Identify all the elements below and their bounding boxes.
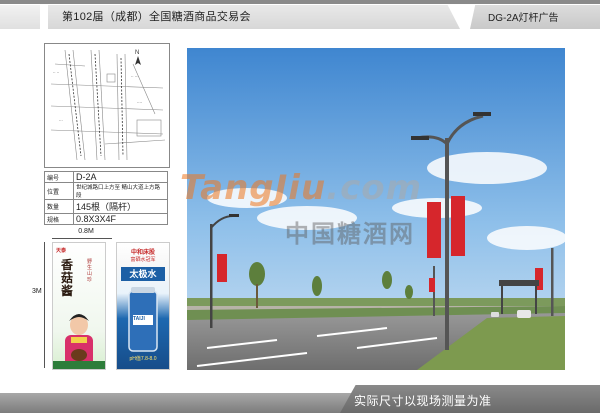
model-figure-icon	[65, 314, 93, 367]
info-key: 位置	[44, 182, 74, 200]
svg-text:·· ···: ·· ···	[131, 74, 139, 79]
svg-text:···: ···	[59, 118, 63, 123]
page-header: 第102届（成都）全国糖酒商品交易会 DG-2A灯杆广告	[0, 0, 600, 30]
poster2-ph: pH值7.8-8.0	[129, 356, 157, 362]
street-photo	[187, 48, 565, 370]
info-row-location: 位置 世纪城路口上方至 鲭山大道上方路段	[44, 182, 168, 200]
map-drawing: ·· ·· ·· ··· ··· ····	[50, 49, 166, 161]
poster-taiji-water: 中和床股 富硒水冠军 太极水 TAIJI pH值7.8-8.0	[116, 242, 170, 370]
width-dimension-line	[52, 238, 112, 239]
info-key: 规格	[44, 213, 74, 225]
poster1-headline: 香菇酱	[61, 258, 74, 298]
header-left-cap	[0, 5, 40, 29]
info-value: 世纪城路口上方至 鲭山大道上方路段	[73, 182, 168, 200]
height-dimension-label: 3M	[32, 288, 42, 295]
left-panel: ·· ·· ·· ··· ··· ···· N 编号 D-2A 位置 世纪城路口…	[32, 43, 170, 373]
poster-mushroom-sauce: 天泰 香菇酱 野生 山珍	[52, 242, 106, 370]
info-row-id: 编号 D-2A	[44, 171, 168, 183]
info-value: 145根（隔杆）	[73, 199, 168, 214]
page-title: 第102届（成都）全国糖酒商品交易会	[62, 11, 251, 23]
width-dimension-label: 0.8M	[78, 228, 94, 235]
watermark-cn-name: 中国糖酒网	[285, 219, 415, 248]
banner-red-left	[427, 202, 441, 258]
ad-code-label: DG-2A灯杆广告	[488, 13, 559, 24]
street-scene	[187, 48, 565, 370]
footer-note: 实际尺寸以现场测量为准	[354, 394, 492, 408]
svg-text:····: ····	[137, 100, 142, 105]
info-row-spec: 规格 0.8X3X4F	[44, 213, 168, 225]
watermark-tang: Tang	[180, 168, 275, 208]
poster-preview-area: 0.8M 3M 天泰 香菇酱 野生 山珍 中和床股 富硒水冠军 太极水 TAIJ…	[32, 228, 170, 373]
page-footer: 实际尺寸以现场测量为准	[0, 385, 600, 413]
info-row-quantity: 数量 145根（隔杆）	[44, 199, 168, 214]
poster2-top-text: 中和床股	[130, 250, 155, 256]
info-value: 0.8X3X4F	[73, 213, 168, 225]
location-map: ·· ·· ·· ··· ··· ···· N	[44, 43, 170, 168]
poster2-sub-text: 富硒水冠军	[130, 257, 156, 263]
poster2-product: 太极水	[121, 267, 165, 281]
poster2-can-text: TAIJI	[133, 316, 145, 322]
north-arrow-icon	[135, 56, 141, 65]
watermark-dotcom: .com	[326, 168, 423, 208]
watermark-jiu: Jiu	[274, 168, 327, 208]
info-key: 数量	[44, 199, 74, 214]
banner-red-right	[451, 196, 465, 256]
info-value: D-2A	[73, 171, 168, 183]
watermark-site-name: TangJiu.com	[180, 168, 422, 208]
poster1-footer-band	[53, 361, 105, 369]
info-table: 编号 D-2A 位置 世纪城路口上方至 鲭山大道上方路段 数量 145根（隔杆）…	[44, 171, 168, 225]
poster1-slogan: 野生 山珍	[87, 259, 93, 283]
header-top-band	[0, 0, 600, 4]
info-key: 编号	[44, 171, 74, 183]
document-page: 第102届（成都）全国糖酒商品交易会 DG-2A灯杆广告 ·· ·· ·· ··…	[0, 0, 600, 413]
height-dimension-line	[44, 242, 45, 368]
poster1-brand: 天泰	[56, 248, 67, 254]
car	[491, 312, 499, 317]
svg-text:·· ··: ·· ··	[53, 70, 59, 75]
car	[517, 310, 531, 318]
